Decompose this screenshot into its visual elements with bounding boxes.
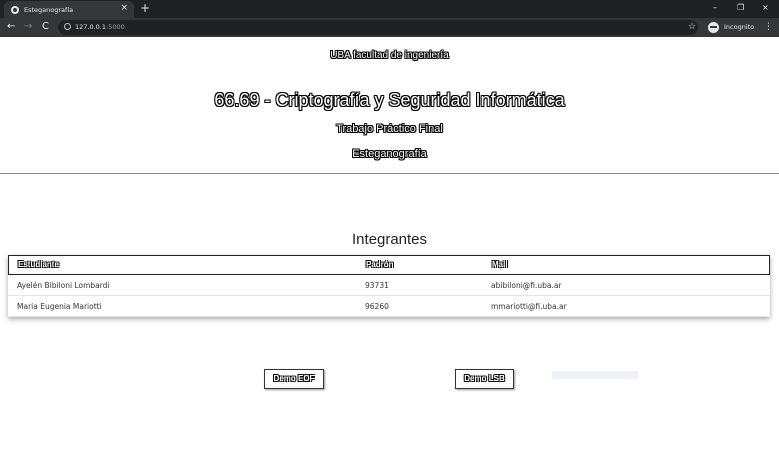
browser-tab[interactable]: Esteganografía ×: [4, 1, 134, 18]
url-port: :5000: [106, 23, 125, 31]
tab-close-icon[interactable]: ×: [120, 3, 128, 13]
student-padron: 93731: [365, 281, 389, 290]
demo-eof-button[interactable]: Demo EOF: [264, 369, 324, 389]
info-icon[interactable]: [64, 23, 71, 30]
restore-icon[interactable]: ❐: [737, 1, 744, 15]
assignment-title: Trabajo Práctico Final: [336, 123, 443, 135]
student-name: Maria Eugenia Mariotti: [17, 302, 102, 311]
window-close-icon[interactable]: ×: [762, 1, 769, 15]
column-header-student: Estudiante: [18, 260, 59, 269]
student-padron: 96260: [365, 302, 389, 311]
course-title: 66.69 - Criptografía y Seguridad Informá…: [214, 90, 565, 110]
globe-icon: [11, 5, 19, 14]
student-name: Ayelén Bibiloni Lombardi: [17, 281, 110, 290]
address-bar[interactable]: 127.0.0.1:5000: [58, 20, 698, 35]
subject-title: Esteganografía: [352, 148, 427, 160]
column-header-padron: Padrón: [366, 260, 394, 269]
column-header-mail: Mail: [492, 260, 508, 269]
browser-tab-strip: Esteganografía × + – ❐ ×: [0, 0, 779, 18]
faculty-name: UBA facultad de ingeniería: [330, 50, 449, 61]
bookmark-star-icon[interactable]: ☆: [688, 20, 696, 34]
members-heading: Integrantes: [351, 231, 428, 248]
forward-icon[interactable]: →: [24, 20, 32, 34]
student-mail: abibiloni@fi.uba.ar: [491, 281, 562, 290]
table-row: Maria Eugenia Mariotti 96260 mmariotti@f…: [8, 296, 770, 317]
table-header: Estudiante Padrón Mail: [8, 255, 770, 275]
reload-icon[interactable]: C: [42, 20, 49, 34]
incognito-label: Incognito: [724, 23, 755, 31]
faint-highlight: [552, 371, 638, 379]
student-mail: mmariotti@fi.uba.ar: [491, 302, 567, 311]
incognito-indicator[interactable]: Incognito: [708, 21, 754, 33]
table-row: Ayelén Bibiloni Lombardi 93731 abibiloni…: [8, 275, 770, 296]
header-divider: [0, 173, 779, 174]
back-icon[interactable]: ←: [7, 20, 15, 34]
tab-title: Esteganografía: [24, 5, 74, 14]
incognito-icon: [708, 21, 719, 33]
url-host: 127.0.0.1: [75, 23, 107, 31]
browser-toolbar: ← → C 127.0.0.1:5000 ☆ Incognito ⋮: [0, 18, 779, 37]
members-table: Estudiante Padrón Mail Ayelén Bibiloni L…: [8, 255, 770, 317]
menu-icon[interactable]: ⋮: [764, 20, 773, 34]
new-tab-button[interactable]: +: [140, 1, 150, 16]
demo-lsb-button[interactable]: Demo LSB: [455, 369, 514, 389]
minimize-icon[interactable]: –: [713, 1, 717, 15]
